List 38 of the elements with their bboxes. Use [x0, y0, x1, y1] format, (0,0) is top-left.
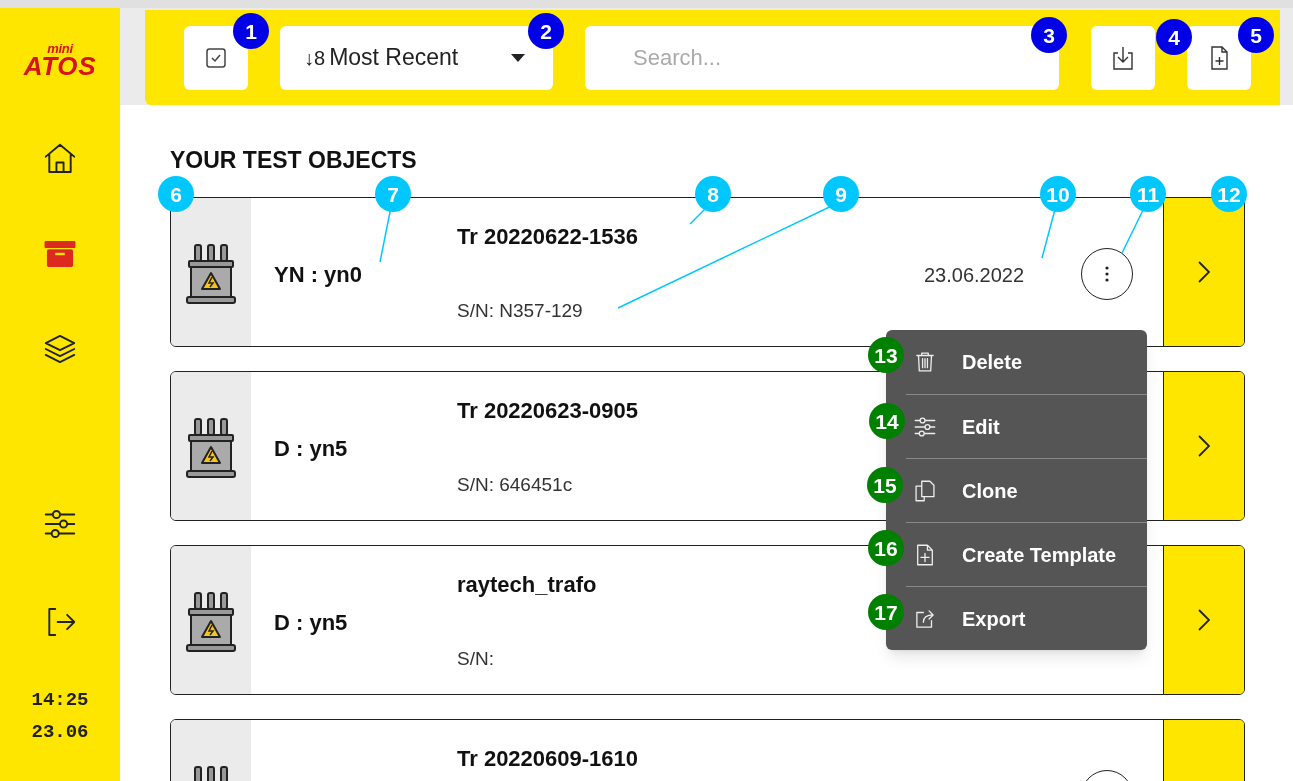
vector-group: D : yn5: [274, 606, 348, 639]
vertical-dots-icon: [1105, 266, 1109, 282]
serial-number: S/N:: [457, 647, 494, 671]
serial-number: S/N: N357-129: [457, 299, 583, 323]
callout-number: 12: [1211, 176, 1247, 212]
new-object-button[interactable]: [1187, 25, 1251, 90]
import-button[interactable]: [1091, 25, 1155, 90]
checkbox-icon: [204, 45, 228, 70]
object-date: 23.06.2022: [924, 263, 1025, 288]
section-title: YOUR TEST OBJECTS: [170, 147, 418, 174]
clock-date: 23.06: [31, 720, 89, 745]
callout-number: 7: [375, 176, 411, 212]
serial-number: S/N: 646451c: [457, 473, 573, 497]
object-name: Tr 20220623-0905: [457, 397, 639, 425]
menu-item[interactable]: Clone: [906, 458, 1147, 522]
vector-group: D : yn5: [274, 432, 348, 465]
logo-small-text: mini: [47, 42, 73, 55]
object-name: Tr 20220622-1536: [457, 223, 639, 251]
menu-item[interactable]: Edit: [906, 394, 1147, 458]
clock-time: 14:25: [31, 688, 89, 713]
chevron-right-icon: [1198, 609, 1210, 631]
callout-number: 8: [695, 176, 731, 212]
callout-number: 10: [1040, 176, 1076, 212]
menu-item[interactable]: Export: [906, 586, 1147, 650]
object-name: Tr 20220609-1610: [457, 745, 639, 773]
vector-group: YN : yn0: [274, 258, 363, 291]
select-mode-button[interactable]: [184, 25, 248, 90]
callout-number: 9: [823, 176, 859, 212]
caret-icon: [511, 53, 525, 62]
callout-number: 11: [1130, 176, 1166, 212]
logo-text: ATOS: [23, 53, 97, 79]
menu-item[interactable]: Create Template: [906, 522, 1147, 586]
test-object-card[interactable]: Tr 20220609-1610: [170, 719, 1245, 781]
object-name: raytech_trafo: [457, 571, 597, 599]
sort-icon: ↓8: [304, 42, 326, 73]
chevron-right-icon: [1198, 435, 1210, 457]
chevron-right-icon: [1198, 261, 1210, 283]
callout-number: 6: [158, 176, 194, 212]
